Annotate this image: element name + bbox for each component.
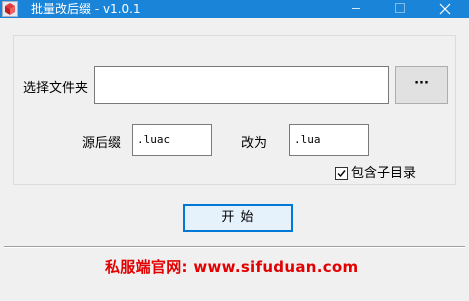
folder-label: 选择文件夹	[23, 81, 89, 96]
checkbox-box[interactable]	[335, 167, 348, 180]
browse-folder-button[interactable]: ···	[395, 66, 448, 104]
app-cube-icon	[2, 1, 18, 17]
minimize-button[interactable]	[333, 0, 377, 18]
target-ext-label: 改为	[241, 136, 268, 151]
main-panel: 选择文件夹 ··· 源后缀 .luac 改为 .lua 包含子目录 开 始 私服…	[2, 30, 467, 301]
footer-divider	[4, 246, 465, 248]
checkmark-icon	[337, 170, 346, 178]
settings-group	[13, 35, 456, 185]
promo-link[interactable]: 私服端官网: www.sifuduan.com	[105, 256, 358, 277]
target-ext-input[interactable]: .lua	[289, 124, 369, 156]
folder-path-input[interactable]	[94, 66, 389, 104]
close-icon	[439, 3, 451, 15]
title-bar: 批量改后缀 - v1.0.1	[0, 0, 469, 18]
maximize-button[interactable]	[378, 0, 422, 18]
window-title: 批量改后缀 - v1.0.1	[31, 2, 141, 16]
start-button[interactable]: 开 始	[183, 204, 293, 232]
source-ext-label: 源后缀	[82, 136, 122, 151]
include-subdirs-label: 包含子目录	[351, 166, 417, 181]
source-ext-input[interactable]: .luac	[132, 124, 212, 156]
close-button[interactable]	[423, 0, 467, 18]
